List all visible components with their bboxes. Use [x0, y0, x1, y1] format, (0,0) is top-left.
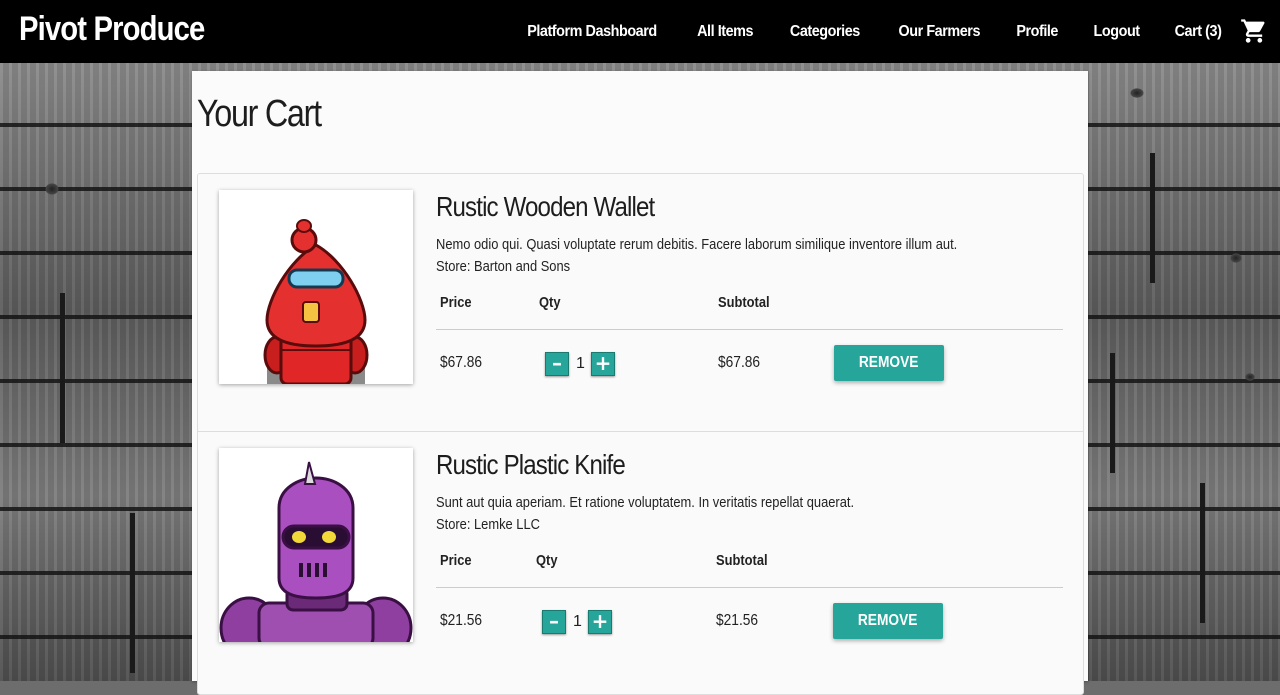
- nav-categories[interactable]: Categories: [790, 23, 860, 41]
- item-price: $21.56: [440, 612, 483, 629]
- nav-links: Platform Dashboard All Items Categories …: [490, 0, 1224, 63]
- item-subtotal: $21.56: [716, 612, 759, 629]
- shopping-cart-icon[interactable]: [1240, 17, 1268, 45]
- item-description: Nemo odio qui. Quasi voluptate rerum deb…: [436, 236, 958, 253]
- product-image-red-robot[interactable]: [219, 190, 413, 384]
- item-description: Sunt aut quia aperiam. Et ratione volupt…: [436, 494, 855, 511]
- nav-our-farmers[interactable]: Our Farmers: [898, 23, 980, 41]
- item-qty: 1: [576, 355, 585, 372]
- nav-platform-dashboard[interactable]: Platform Dashboard: [527, 23, 657, 41]
- decrease-qty-button[interactable]: –: [545, 352, 569, 376]
- remove-button[interactable]: REMOVE: [834, 345, 944, 381]
- item-subtotal: $67.86: [718, 354, 761, 371]
- red-robot-illustration: [263, 219, 369, 384]
- subtotal-header: Subtotal: [718, 294, 770, 311]
- item-name[interactable]: Rustic Wooden Wallet: [436, 191, 655, 223]
- item-price: $67.86: [440, 354, 483, 371]
- top-navbar: Pivot Produce Platform Dashboard All Ite…: [0, 0, 1280, 63]
- item-store: Store: Lemke LLC: [436, 516, 540, 533]
- price-header: Price: [440, 552, 472, 569]
- brand-logo[interactable]: Pivot Produce: [19, 10, 205, 49]
- remove-button[interactable]: REMOVE: [833, 603, 943, 639]
- cart-item: Rustic Wooden Wallet Nemo odio qui. Quas…: [198, 174, 1083, 431]
- item-qty: 1: [573, 613, 582, 630]
- qty-header: Qty: [539, 294, 561, 311]
- qty-header: Qty: [536, 552, 558, 569]
- item-store: Store: Barton and Sons: [436, 258, 571, 275]
- product-image-purple-robot[interactable]: [219, 448, 413, 642]
- cart-panel: Your Cart Rustic Wooden Wallet Nemo odio…: [192, 71, 1088, 695]
- nav-logout[interactable]: Logout: [1093, 23, 1140, 41]
- subtotal-header: Subtotal: [716, 552, 768, 569]
- nav-all-items[interactable]: All Items: [697, 23, 753, 41]
- decrease-qty-button[interactable]: –: [542, 610, 566, 634]
- increase-qty-button[interactable]: +: [591, 352, 615, 376]
- divider: [436, 587, 1063, 588]
- remove-button-label: REMOVE: [858, 612, 918, 629]
- cart-item-list: Rustic Wooden Wallet Nemo odio qui. Quas…: [197, 173, 1084, 695]
- nav-cart[interactable]: Cart (3): [1175, 23, 1222, 41]
- nav-profile[interactable]: Profile: [1017, 23, 1059, 41]
- purple-robot-illustration: [219, 461, 413, 642]
- remove-button-label: REMOVE: [859, 354, 919, 371]
- divider: [436, 329, 1063, 330]
- cart-item: Rustic Plastic Knife Sunt aut quia aperi…: [198, 431, 1083, 689]
- page-title: Your Cart: [197, 93, 322, 135]
- item-name[interactable]: Rustic Plastic Knife: [436, 449, 626, 481]
- price-header: Price: [440, 294, 472, 311]
- increase-qty-button[interactable]: +: [588, 610, 612, 634]
